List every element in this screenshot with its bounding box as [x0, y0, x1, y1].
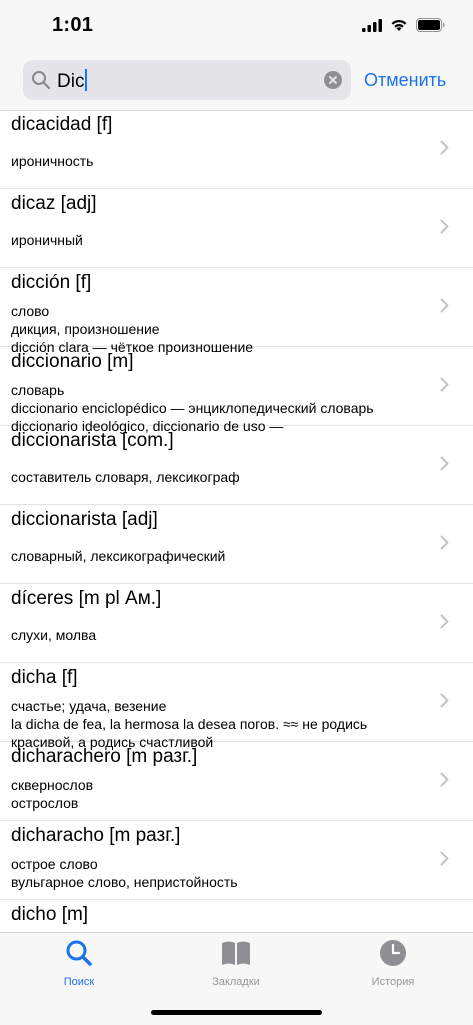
- list-item[interactable]: dicacidad [f] ироничность: [0, 110, 473, 189]
- translation-line: острое слово: [11, 856, 98, 872]
- battery-icon: [416, 18, 445, 32]
- translation-line: вульгарное слово, непристойность: [11, 874, 238, 890]
- entry-headword: diccionario [m]: [11, 351, 134, 372]
- status-time: 1:01: [52, 14, 94, 36]
- chevron-right-icon: [440, 377, 449, 392]
- chevron-right-icon: [440, 614, 449, 629]
- list-item[interactable]: dicción [f] слово дикция, произношение dicc…: [0, 268, 473, 355]
- chevron-right-icon: [440, 140, 449, 155]
- list-item[interactable]: dicharacho [m разг.] острое слово вульгарн…: [0, 821, 473, 900]
- cancel-button[interactable]: Отменить: [364, 70, 446, 91]
- entry-headword: dicaz [adj]: [11, 193, 97, 214]
- status-bar: 1:01: [0, 0, 473, 54]
- chevron-right-icon: [440, 693, 449, 708]
- entry-translation: словарный, лексикографический: [11, 547, 225, 565]
- translation-line: счастье; удача, везение: [11, 698, 167, 714]
- translation-line: словарь: [11, 382, 65, 398]
- chevron-right-icon: [440, 772, 449, 787]
- entry-headword: diccionarista [adj]: [11, 509, 158, 530]
- clear-search-button[interactable]: [324, 71, 342, 89]
- search-icon: [66, 940, 92, 966]
- home-indicator: [151, 1010, 322, 1015]
- tab-search-label: Поиск: [63, 976, 95, 988]
- clock-icon: [380, 940, 406, 966]
- translation-line: дикция, произношение: [11, 321, 160, 337]
- wifi-icon: [391, 20, 407, 31]
- translation-line: ироничный: [11, 232, 83, 248]
- entry-headword: dicacidad [f]: [11, 114, 113, 135]
- entry-headword: diccionarista [com.]: [11, 430, 174, 451]
- tab-bookmarks-label: Закладки: [212, 976, 260, 988]
- entry-headword: dicharachero [m разг.]: [11, 746, 198, 767]
- signal-icon: [362, 18, 382, 32]
- entry-translation: составитель словаря, лексикограф: [11, 468, 240, 486]
- translation-line: словарный, лексикографический: [11, 548, 226, 564]
- tab-bookmarks[interactable]: Закладки: [181, 939, 291, 988]
- translation-line: сквернослов: [11, 777, 94, 793]
- text-cursor: [85, 69, 88, 91]
- list-item[interactable]: díceres [m pl Ам.] слухи, молва: [0, 584, 473, 663]
- list-item[interactable]: diccionarista [com.] составитель словаря,…: [0, 426, 473, 505]
- entry-translation: сквернослов острослов: [11, 776, 93, 812]
- entry-headword: díceres [m pl Ам.]: [11, 588, 162, 609]
- entry-headword: dicharacho [m разг.]: [11, 825, 181, 846]
- list-item[interactable]: diccionarista [adj] словарный, лексикогра…: [0, 505, 473, 584]
- chevron-right-icon: [440, 219, 449, 234]
- tab-history[interactable]: История: [338, 939, 448, 988]
- translation-line: ироничность: [11, 153, 94, 169]
- tab-search[interactable]: Поиск: [24, 939, 134, 988]
- search-input[interactable]: Dic: [23, 60, 351, 100]
- list-item[interactable]: dicho [m]: [0, 900, 473, 932]
- tab-history-label: История: [371, 976, 415, 988]
- chevron-right-icon: [440, 851, 449, 866]
- chevron-right-icon: [440, 298, 449, 313]
- list-item[interactable]: diccionario [m] словарь diccionario encicl…: [0, 347, 473, 434]
- entry-translation: слухи, молва: [11, 626, 96, 644]
- list-item[interactable]: dicaz [adj] ироничный: [0, 189, 473, 268]
- translation-line: diccionario enciclopédico — энциклопедич…: [11, 400, 374, 416]
- list-item[interactable]: dicha [f] счастье; удача, везение la dicha…: [0, 663, 473, 750]
- entry-headword: dicha [f]: [11, 667, 78, 688]
- search-query: Dic: [57, 71, 85, 92]
- translation-line: составитель словаря, лексикограф: [11, 469, 240, 485]
- status-icons: [362, 18, 445, 32]
- translation-line: острослов: [11, 795, 79, 811]
- entry-translation: ироничный: [11, 231, 83, 249]
- search-bar: Dic Отменить: [0, 54, 473, 111]
- translation-line: слухи, молва: [11, 627, 97, 643]
- chevron-right-icon: [440, 456, 449, 471]
- list-item[interactable]: dicharachero [m разг.] сквернослов остросл…: [0, 742, 473, 821]
- entry-translation: острое слово вульгарное слово, непристойн…: [11, 855, 238, 891]
- entry-headword: dicción [f]: [11, 272, 92, 293]
- search-icon: [32, 71, 51, 90]
- chevron-right-icon: [440, 535, 449, 550]
- results-list: dicacidad [f] ироничность dicaz [adj] ирони…: [0, 110, 473, 932]
- book-icon: [222, 941, 250, 965]
- translation-line: слово: [11, 303, 50, 319]
- entry-translation: ироничность: [11, 152, 93, 170]
- translation-line: la dicha de fea, la hermosa la desea пог…: [11, 716, 368, 732]
- entry-headword: dicho [m]: [11, 904, 89, 925]
